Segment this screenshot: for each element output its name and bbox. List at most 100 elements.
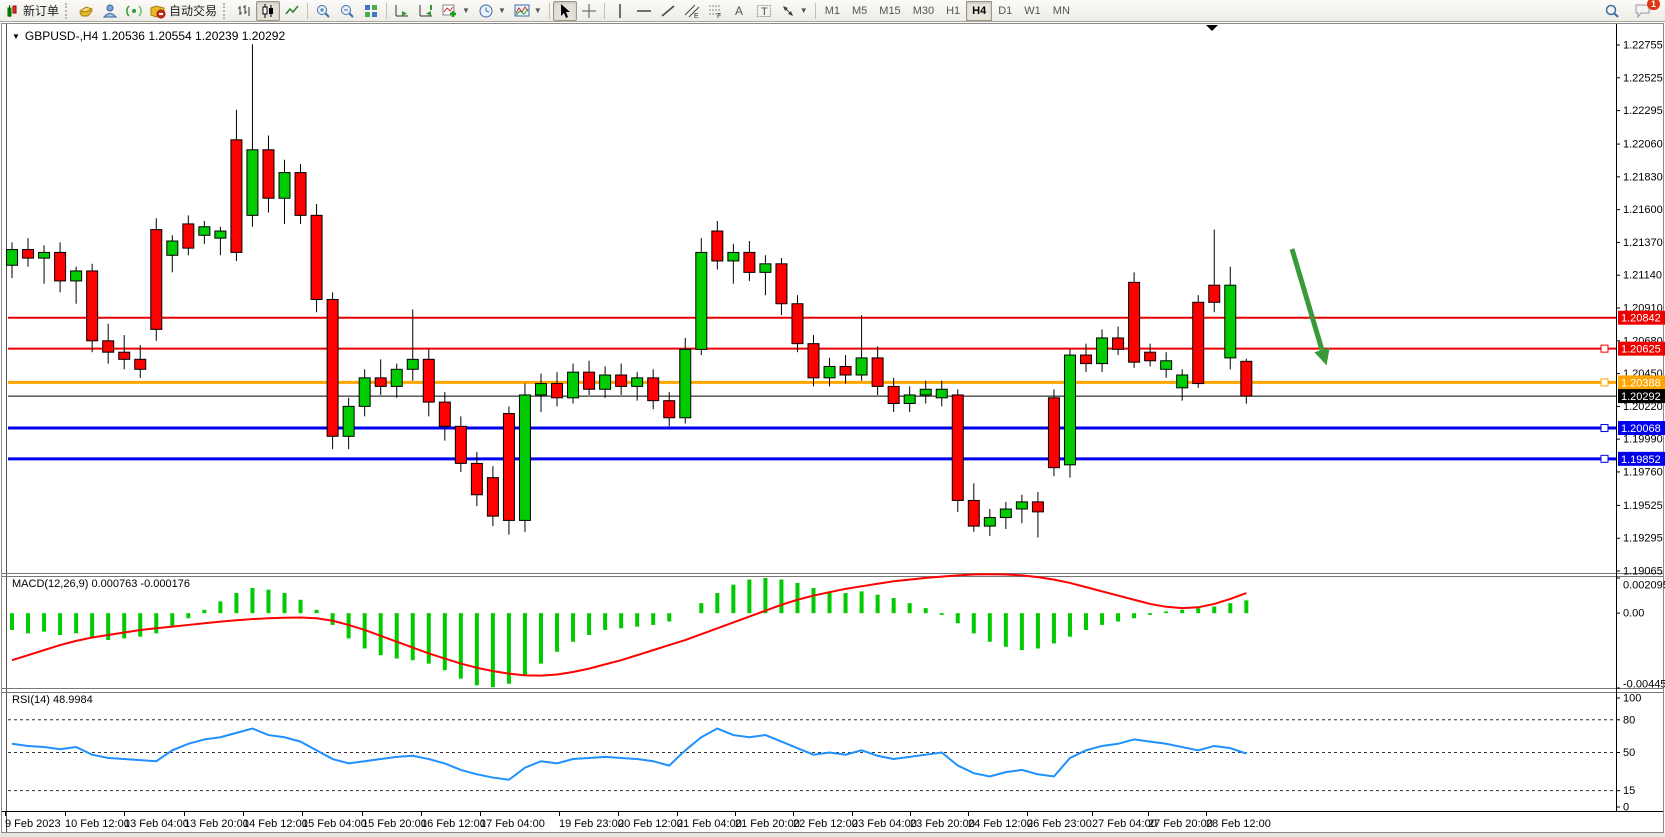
toolbar-separator — [549, 3, 550, 19]
add-indicator-icon — [442, 3, 458, 19]
price-tick-label: 1.19760 — [1623, 466, 1663, 478]
template-icon — [514, 3, 530, 19]
zoom-in-button[interactable] — [311, 1, 335, 21]
candle-body — [1032, 502, 1043, 512]
notifications-button[interactable]: 1 — [1630, 1, 1655, 21]
price-label-1.20292: 1.20292 — [1618, 389, 1665, 403]
chart-plot-area[interactable] — [7, 24, 1616, 573]
candle — [519, 384, 530, 532]
candle-body — [1129, 282, 1140, 362]
hline-handle[interactable] — [1601, 379, 1608, 386]
time-tick-label: 20 Feb 12:00 — [618, 818, 683, 830]
vertical-line-icon — [612, 3, 628, 19]
periods-button[interactable]: ▼ — [474, 1, 510, 21]
hline-handle[interactable] — [1601, 455, 1608, 462]
notification-badge: 1 — [1647, 0, 1660, 10]
timeframe-m1[interactable]: M1 — [819, 1, 846, 21]
equidistant-channel-button[interactable]: E — [680, 1, 704, 21]
symbol-ohlc-readout[interactable]: ▼ GBPUSD-,H4 1.20536 1.20554 1.20239 1.2… — [12, 29, 285, 43]
timeframe-m5[interactable]: M5 — [846, 1, 873, 21]
zoom-in-icon — [315, 3, 331, 19]
search-button[interactable] — [1600, 1, 1624, 21]
auto-scroll-button[interactable] — [390, 1, 414, 21]
vertical-line-button[interactable] — [608, 1, 632, 21]
profile-icon — [102, 3, 118, 19]
zoom-out-button[interactable] — [335, 1, 359, 21]
timeframe-h1[interactable]: H1 — [940, 1, 966, 21]
chart-bars-button[interactable] — [232, 1, 256, 21]
candle-body — [151, 230, 162, 330]
svg-text:F: F — [717, 13, 721, 19]
candle-body — [327, 299, 338, 436]
candle-body — [632, 378, 643, 387]
candle-body — [7, 250, 18, 266]
arrows-button[interactable]: ▼ — [776, 1, 812, 21]
toolbar-separator — [386, 3, 387, 19]
candle-body — [1097, 338, 1108, 364]
hline-handle[interactable] — [1601, 425, 1608, 432]
tile-windows-icon — [363, 3, 379, 19]
hline-handle[interactable] — [1601, 345, 1608, 352]
timeframe-m15[interactable]: M15 — [873, 1, 906, 21]
horizontal-line-button[interactable] — [632, 1, 656, 21]
caret-down-icon: ▼ — [800, 6, 808, 15]
add-indicator-button[interactable]: ▼ — [438, 1, 474, 21]
symbol-ohlc-text: GBPUSD-,H4 1.20536 1.20554 1.20239 1.202… — [25, 29, 285, 43]
candle-body — [968, 500, 979, 526]
candle-body — [808, 344, 819, 378]
candle — [1064, 349, 1075, 477]
symbol-dropdown-icon: ▼ — [12, 32, 20, 41]
chart-line-button[interactable] — [280, 1, 304, 21]
text-label-button[interactable]: T — [752, 1, 776, 21]
candle — [680, 338, 691, 424]
candle-body — [503, 413, 514, 520]
tile-windows-button[interactable] — [359, 1, 383, 21]
macd-tick-label: 0.002095 — [1623, 580, 1665, 592]
timeframe-w1[interactable]: W1 — [1018, 1, 1047, 21]
candle-body — [1193, 302, 1204, 383]
bar-chart-icon — [236, 3, 252, 19]
chart-shift-icon — [418, 3, 434, 19]
price-tick-label: 1.21140 — [1623, 270, 1662, 282]
auto-trading-label: 自动交易 — [169, 2, 217, 19]
rsi-tick-label: 100 — [1623, 693, 1641, 705]
timeframe-bar: M1M5M15M30H1H4D1W1MN — [819, 1, 1076, 21]
templates-button[interactable]: ▼ — [510, 1, 546, 21]
cursor-button[interactable] — [553, 1, 577, 21]
chart-candles-button[interactable] — [256, 1, 280, 21]
candle — [311, 204, 322, 312]
market-watch-button[interactable] — [74, 1, 98, 21]
candle-body — [1209, 285, 1220, 302]
time-tick-label: 10 Feb 12:00 — [65, 818, 130, 830]
time-tick-label: 17 Feb 04:00 — [480, 818, 545, 830]
horizontal-line-icon — [636, 3, 652, 19]
trendline-button[interactable] — [656, 1, 680, 21]
price-label-1.20625: 1.20625 — [1618, 342, 1665, 356]
timeframe-d1[interactable]: D1 — [992, 1, 1018, 21]
candle-body — [407, 359, 418, 369]
time-tick-label: 15 Feb 20:00 — [362, 818, 427, 830]
candle — [327, 292, 338, 449]
crosshair-button[interactable] — [577, 1, 601, 21]
candle-body — [215, 231, 226, 238]
chart-window: ▼ GBPUSD-,H4 1.20536 1.20554 1.20239 1.2… — [0, 22, 1665, 837]
chart-shift-button[interactable] — [414, 1, 438, 21]
timeframe-m30[interactable]: M30 — [907, 1, 940, 21]
candle-body — [776, 264, 787, 304]
fibonacci-button[interactable]: F — [704, 1, 728, 21]
profile-button[interactable] — [98, 1, 122, 21]
candle-body — [135, 359, 146, 369]
trendline-icon — [660, 3, 676, 19]
candle-body — [295, 173, 306, 216]
timeframe-mn[interactable]: MN — [1047, 1, 1076, 21]
auto-trading-button[interactable]: 自动交易 — [146, 1, 221, 21]
candle — [87, 264, 98, 352]
candle — [696, 238, 707, 355]
auto-trading-icon — [150, 3, 166, 19]
chart-canvas[interactable]: 1.227551.225251.222951.220601.218301.216… — [0, 22, 1665, 837]
text-button[interactable]: A — [728, 1, 752, 21]
broadcast-button[interactable] — [122, 1, 146, 21]
timeframe-h4[interactable]: H4 — [966, 1, 992, 21]
price-tick-label: 1.22295 — [1623, 105, 1663, 117]
new-order-button[interactable]: 新订单 — [2, 1, 63, 21]
